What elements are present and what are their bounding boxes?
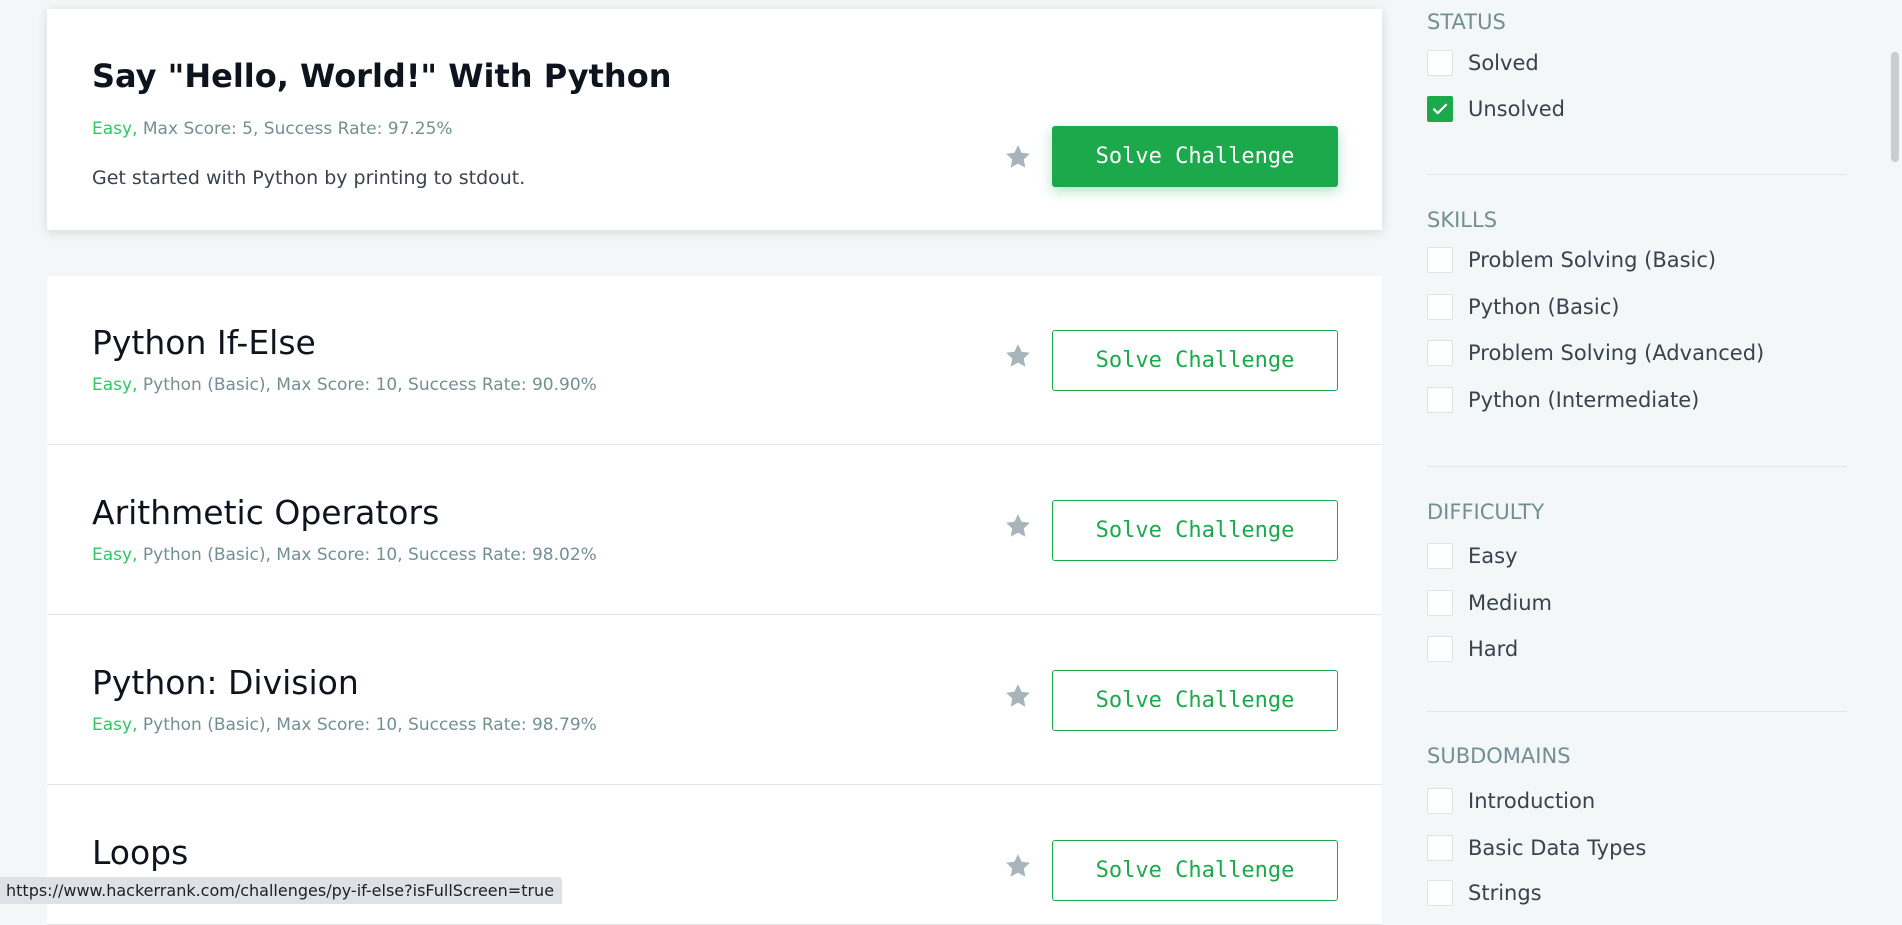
browser-status-bar: https://www.hackerrank.com/challenges/py… [0, 877, 562, 904]
divider [1427, 711, 1847, 712]
checkbox[interactable] [1427, 835, 1453, 861]
filter-option-introduction[interactable]: Introduction [1427, 786, 1595, 816]
filter-option-label: Python (Basic) [1468, 295, 1620, 319]
challenge-title[interactable]: Python: Division [92, 663, 359, 702]
checkbox[interactable] [1427, 294, 1453, 320]
filter-option-label: Introduction [1468, 789, 1596, 813]
filter-option-label: Easy [1468, 544, 1518, 568]
checkbox[interactable] [1427, 247, 1453, 273]
vertical-scrollbar[interactable] [1886, 0, 1902, 904]
filter-option-label: Solved [1468, 51, 1539, 75]
bookmark-star-icon[interactable] [1003, 511, 1033, 541]
challenge-title[interactable]: Say "Hello, World!" With Python [92, 57, 671, 95]
filter-option-python-intermediate[interactable]: Python (Intermediate) [1427, 385, 1699, 415]
difficulty-label: Easy, [92, 715, 138, 735]
filter-option-label: Unsolved [1468, 97, 1565, 121]
checkbox[interactable] [1427, 636, 1453, 662]
checkbox[interactable] [1427, 340, 1453, 366]
difficulty-label: Easy, [92, 119, 138, 139]
filter-group-title: DIFFICULTY [1427, 500, 1545, 524]
challenge-meta: Easy, Python (Basic), Max Score: 10, Suc… [92, 715, 597, 735]
filter-option-label: Python (Intermediate) [1468, 388, 1700, 412]
filter-option-label: Problem Solving (Advanced) [1468, 341, 1765, 365]
challenge-description: Get started with Python by printing to s… [92, 167, 526, 189]
filter-option-label: Problem Solving (Basic) [1468, 248, 1717, 272]
filter-option-label: Basic Data Types [1468, 836, 1647, 860]
filter-option-problem-solving-basic[interactable]: Problem Solving (Basic) [1427, 245, 1716, 275]
filter-option-easy[interactable]: Easy [1427, 541, 1518, 571]
scrollbar-thumb[interactable] [1891, 52, 1899, 162]
filter-option-medium[interactable]: Medium [1427, 588, 1552, 618]
filter-group-title: SUBDOMAINS [1427, 744, 1571, 768]
challenge-card[interactable]: Python: Division Easy, Python (Basic), M… [47, 615, 1382, 785]
checkbox[interactable] [1427, 543, 1453, 569]
bookmark-star-icon[interactable] [1003, 851, 1033, 881]
difficulty-label: Easy, [92, 545, 138, 565]
filter-option-label: Hard [1468, 637, 1519, 661]
challenge-meta: Easy, Python (Basic), Max Score: 10, Suc… [92, 545, 597, 565]
filter-option-label: Strings [1468, 881, 1542, 905]
challenge-card-featured[interactable]: Say "Hello, World!" With Python Easy, Ma… [47, 9, 1382, 230]
challenge-stats: Python (Basic), Max Score: 10, Success R… [137, 715, 597, 735]
checkbox[interactable] [1427, 590, 1453, 616]
filter-group-title: STATUS [1427, 10, 1506, 34]
checkbox[interactable] [1427, 96, 1453, 122]
challenge-title[interactable]: Arithmetic Operators [92, 493, 439, 532]
divider [1427, 466, 1847, 467]
solve-challenge-button[interactable]: Solve Challenge [1052, 330, 1338, 391]
challenge-card[interactable]: Python If-Else Easy, Python (Basic), Max… [47, 276, 1382, 445]
filter-option-basic-data-types[interactable]: Basic Data Types [1427, 833, 1646, 863]
checkbox[interactable] [1427, 880, 1453, 906]
checkbox[interactable] [1427, 50, 1453, 76]
status-url: https://www.hackerrank.com/challenges/py… [6, 881, 555, 900]
filter-option-hard[interactable]: Hard [1427, 634, 1518, 664]
bookmark-star-icon[interactable] [1003, 142, 1033, 172]
challenge-stats: Max Score: 5, Success Rate: 97.25% [137, 119, 453, 139]
checkmark-icon [1432, 103, 1448, 115]
filter-option-python-basic[interactable]: Python (Basic) [1427, 292, 1619, 322]
checkbox[interactable] [1427, 788, 1453, 814]
filter-option-problem-solving-advanced[interactable]: Problem Solving (Advanced) [1427, 338, 1764, 368]
challenge-stats: Python (Basic), Max Score: 10, Success R… [137, 375, 597, 395]
bookmark-star-icon[interactable] [1003, 341, 1033, 371]
challenge-card[interactable]: Loops Solve Challenge [47, 785, 1382, 925]
solve-challenge-button[interactable]: Solve Challenge [1052, 126, 1338, 187]
filter-option-solved[interactable]: Solved [1427, 48, 1539, 78]
divider [1427, 174, 1847, 175]
filter-option-unsolved[interactable]: Unsolved [1427, 94, 1565, 124]
challenge-meta: Easy, Max Score: 5, Success Rate: 97.25% [92, 119, 453, 139]
bookmark-star-icon[interactable] [1003, 681, 1033, 711]
solve-challenge-button[interactable]: Solve Challenge [1052, 500, 1338, 561]
difficulty-label: Easy, [92, 375, 138, 395]
challenge-meta: Easy, Python (Basic), Max Score: 10, Suc… [92, 375, 597, 395]
challenge-title[interactable]: Loops [92, 833, 188, 872]
filter-group-title: SKILLS [1427, 208, 1498, 232]
challenge-title[interactable]: Python If-Else [92, 323, 316, 362]
challenge-card[interactable]: Arithmetic Operators Easy, Python (Basic… [47, 445, 1382, 615]
challenge-stats: Python (Basic), Max Score: 10, Success R… [137, 545, 597, 565]
filter-option-label: Medium [1468, 591, 1552, 615]
solve-challenge-button[interactable]: Solve Challenge [1052, 670, 1338, 731]
checkbox[interactable] [1427, 387, 1453, 413]
solve-challenge-button[interactable]: Solve Challenge [1052, 840, 1338, 901]
